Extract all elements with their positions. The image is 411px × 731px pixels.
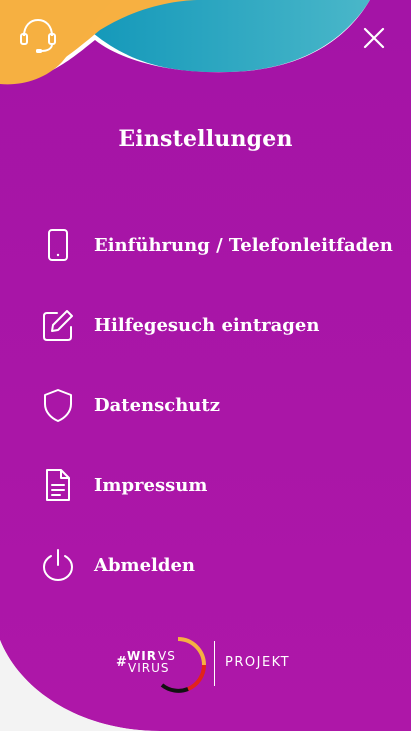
phone-icon <box>40 227 76 263</box>
close-icon[interactable] <box>360 24 388 52</box>
edit-icon <box>40 307 76 343</box>
menu-item-help-request[interactable]: Hilfegesuch eintragen <box>40 285 400 365</box>
menu-item-imprint[interactable]: Impressum <box>40 445 400 525</box>
projekt-label: PROJEKT <box>225 655 291 670</box>
menu-item-label: Abmelden <box>94 554 196 576</box>
footer-divider <box>214 641 215 686</box>
menu-item-label: Hilfegesuch eintragen <box>94 314 320 336</box>
settings-title: Einstellungen <box>118 126 293 152</box>
settings-menu: Einführung / Telefonleitfaden Hilfegesuc… <box>40 205 400 605</box>
menu-item-label: Datenschutz <box>94 394 220 416</box>
settings-panel: Einstellungen Einführung / Telefonleitfa… <box>0 0 411 731</box>
headset-icon[interactable] <box>17 14 59 56</box>
menu-item-label: Impressum <box>94 474 208 496</box>
menu-item-label: Einführung / Telefonleitfaden <box>94 234 393 256</box>
menu-item-privacy[interactable]: Datenschutz <box>40 365 400 445</box>
power-icon <box>40 547 76 583</box>
menu-item-logout[interactable]: Abmelden <box>40 525 400 605</box>
document-icon <box>40 467 76 503</box>
shield-icon <box>40 387 76 423</box>
menu-item-introduction[interactable]: Einführung / Telefonleitfaden <box>40 205 400 285</box>
